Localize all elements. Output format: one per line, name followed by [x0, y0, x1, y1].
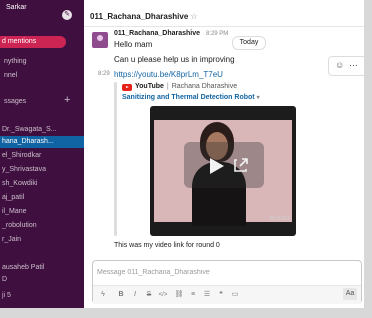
emoji-icon[interactable]: ☺	[335, 60, 344, 70]
code-block-button[interactable]: ▭	[229, 289, 241, 301]
ordered-list-button[interactable]: ≡	[187, 289, 199, 301]
sidebar-dm-item[interactable]: D	[0, 274, 84, 286]
slack-window: Sarkar ✎ d mentions nything nnel ssages …	[0, 0, 364, 308]
sidebar-dm-item[interactable]: y_Shrivastava	[0, 164, 84, 176]
sidebar-item-mentions[interactable]: d mentions	[0, 36, 66, 48]
sidebar-dm-item[interactable]: ji 5	[0, 290, 84, 302]
youtube-link[interactable]: https://youtu.be/K8prLm_T7eU	[114, 70, 223, 79]
shortcuts-icon[interactable]: ϟ	[97, 289, 109, 301]
message-input[interactable]	[97, 264, 349, 280]
sidebar-dm-item-active[interactable]: hana_Dharash...	[0, 136, 84, 148]
sidebar-dm-item[interactable]: il_Mane	[0, 206, 84, 218]
unfurl-separator: |	[166, 83, 169, 90]
channel-header[interactable]: 011_Rachana_Dharashive ☆	[90, 12, 198, 21]
formatting-toolbar: ϟ B I S </> ⛓ ≡ ☰ ❝ ▭ Aa	[93, 285, 361, 304]
italic-button[interactable]: I	[129, 289, 141, 301]
message-actions: ☺ ⋯	[328, 56, 364, 76]
more-icon[interactable]: ⋯	[349, 60, 358, 71]
unfurl-source: YouTube | Rachana Dharashive	[135, 83, 237, 90]
sidebar-dm-item[interactable]: Dr._Swagata_S...	[0, 124, 84, 136]
youtube-icon	[122, 84, 132, 91]
workspace-user-name[interactable]: Sarkar	[6, 4, 27, 11]
message-text: Hello mam	[114, 40, 153, 49]
direct-messages-header[interactable]: ssages	[4, 98, 26, 105]
conversation-pane: 011_Rachana_Dharashive ☆ 011_Rachana_Dha…	[84, 0, 364, 308]
bulleted-list-button[interactable]: ☰	[201, 289, 213, 301]
sidebar-item-anything[interactable]: nything	[4, 58, 27, 65]
message-text: Can u please help us in improving	[114, 55, 235, 64]
external-link-icon[interactable]	[234, 158, 248, 172]
header-divider	[84, 26, 364, 27]
avatar[interactable]	[92, 32, 108, 48]
star-icon[interactable]: ☆	[191, 12, 198, 21]
video-title[interactable]: Sanitizing and Thermal Detection Robot	[122, 94, 255, 101]
sidebar: Sarkar ✎ d mentions nything nnel ssages …	[0, 0, 84, 308]
unfurl-title[interactable]: Sanitizing and Thermal Detection Robot ▾	[122, 94, 260, 101]
bold-button[interactable]: B	[115, 289, 127, 301]
sidebar-dm-item[interactable]: r_Jain	[0, 234, 84, 246]
add-dm-icon[interactable]: +	[64, 94, 70, 106]
message-text: This was my video link for round 0	[114, 242, 220, 249]
video-overlay	[184, 142, 264, 188]
unfurl-channel[interactable]: Rachana Dharashive	[172, 83, 237, 90]
blockquote-button[interactable]: ❝	[215, 289, 227, 301]
sidebar-dm-item[interactable]: aj_patil	[0, 192, 84, 204]
message-time[interactable]: 8:29	[98, 71, 110, 77]
message-author[interactable]: 011_Rachana_Dharashive	[114, 30, 200, 37]
new-message-icon[interactable]: ✎	[62, 10, 72, 20]
strikethrough-button[interactable]: S	[143, 289, 155, 301]
message-time[interactable]: 8:29 PM	[206, 31, 228, 37]
unfurl-provider[interactable]: YouTube	[135, 83, 164, 90]
sidebar-dm-item[interactable]: _robolution	[0, 220, 84, 232]
formatting-toggle-button[interactable]: Aa	[343, 288, 357, 300]
sidebar-item-channel[interactable]: nnel	[4, 72, 17, 79]
unfurl-accent-bar	[114, 82, 117, 236]
video-thumbnail[interactable]: INVIDEO	[150, 106, 296, 236]
video-watermark: INVIDEO	[269, 216, 290, 222]
date-divider[interactable]: Today	[232, 36, 266, 50]
channel-name[interactable]: 011_Rachana_Dharashive	[90, 12, 188, 21]
message-meta: 011_Rachana_Dharashive 8:29 PM	[114, 30, 228, 37]
link-button[interactable]: ⛓	[173, 289, 185, 301]
code-button[interactable]: </>	[157, 289, 169, 301]
sidebar-dm-item[interactable]: sh_Kowdiki	[0, 178, 84, 190]
chevron-down-icon[interactable]: ▾	[257, 95, 260, 101]
play-icon[interactable]	[210, 158, 224, 174]
message-composer: ϟ B I S </> ⛓ ≡ ☰ ❝ ▭ Aa	[92, 260, 362, 304]
sidebar-dm-item[interactable]: ausaheb Patil	[0, 262, 84, 274]
sidebar-dm-item[interactable]: el_Shirodkar	[0, 150, 84, 162]
